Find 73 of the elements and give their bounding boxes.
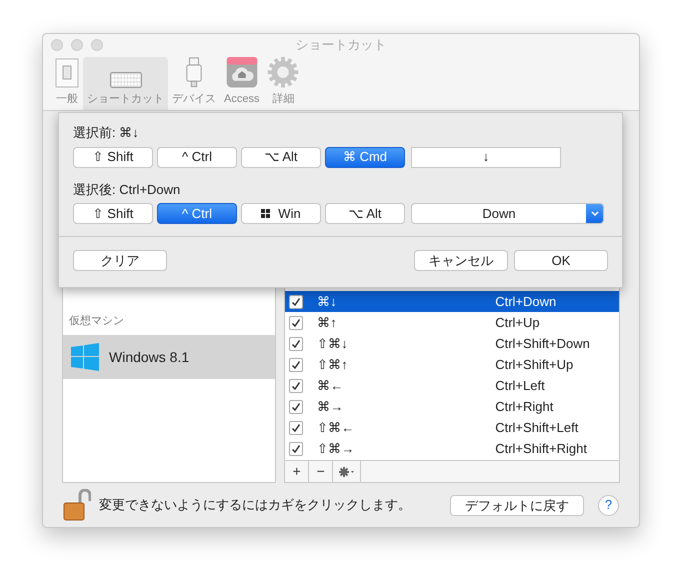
dropdown-chevron-icon: [586, 204, 603, 223]
shortcut-row[interactable]: ⇧⌘← Ctrl+Shift+Left: [285, 417, 619, 438]
keyboard-icon: [110, 72, 142, 88]
sheet-button[interactable]: クリア: [73, 250, 167, 271]
sheet-button[interactable]: OK: [514, 250, 608, 271]
after-label: 選択後: Ctrl+Down: [73, 180, 182, 198]
windows-shortcut: Ctrl+Shift+Up: [495, 356, 574, 374]
windows-logo-icon: [261, 209, 270, 218]
osx-shortcut: ⇧⌘↑: [317, 356, 349, 374]
window-title: ショートカット: [296, 36, 386, 54]
list-footer-button[interactable]: +: [285, 461, 310, 482]
checkmark-icon: [291, 318, 302, 328]
checkbox[interactable]: [289, 400, 304, 414]
windows-shortcut: Ctrl+Shift+Down: [495, 334, 590, 353]
osx-shortcut: ⇧⌘→: [317, 440, 356, 458]
checkbox[interactable]: [289, 442, 304, 456]
shortcut-row[interactable]: ⌘↓ Ctrl+Down: [285, 291, 619, 312]
checkmark-icon: [291, 296, 302, 306]
osx-shortcut: ⇧⌘↓: [317, 334, 349, 353]
osx-shortcut: ⌘←: [317, 376, 344, 395]
sidebar-heading: 仮想マシン: [68, 314, 125, 329]
shortcut-row[interactable]: ⌘→ Ctrl+Right: [285, 396, 619, 417]
modifier-toggle[interactable]: ⌥ Alt: [325, 203, 405, 224]
osx-shortcut: ⌘↓: [317, 292, 338, 311]
checkmark-icon: [291, 422, 302, 432]
checkbox[interactable]: [289, 358, 304, 372]
windows-shortcut: Ctrl+Shift+Right: [495, 440, 587, 458]
open-padlock-icon: [63, 489, 91, 521]
gear-menu-icon: [338, 466, 355, 476]
windows-shortcut: Ctrl+Right: [495, 398, 554, 416]
modifier-toggle[interactable]: ⇧ Shift: [73, 203, 153, 224]
modifier-toggle[interactable]: ⌘ Cmd: [325, 146, 405, 168]
checkmark-icon: [291, 402, 302, 412]
before-label: 選択前: ⌘↓: [73, 124, 140, 142]
osx-shortcut: ⌘↑: [317, 314, 338, 332]
modifier-toggle[interactable]: Win: [241, 203, 321, 224]
shortcut-row[interactable]: ⌘↑ Ctrl+Up: [285, 312, 619, 333]
shortcut-row[interactable]: ⇧⌘↑ Ctrl+Shift+Up: [285, 354, 619, 375]
checkbox[interactable]: [289, 336, 304, 350]
modifier-toggle[interactable]: ^ Ctrl: [157, 146, 237, 168]
sheet-button[interactable]: キャンセル: [414, 250, 508, 271]
modifier-toggle[interactable]: ⇧ Shift: [73, 146, 153, 168]
windows-logo-icon: [71, 343, 99, 371]
checkmark-icon: [291, 380, 302, 390]
restore-defaults-button[interactable]: デフォルトに戻す: [450, 494, 584, 516]
osx-shortcut: ⌘→: [317, 398, 344, 416]
sidebar-item[interactable]: Windows 8.1: [63, 335, 276, 379]
switch-icon: [55, 58, 79, 88]
help-button[interactable]: ?: [598, 494, 619, 516]
lock-message: 変更できないようにするにはカギをクリックします。: [99, 496, 412, 514]
checkbox[interactable]: [289, 294, 304, 308]
checkbox[interactable]: [289, 316, 304, 330]
checkmark-icon: [291, 360, 302, 370]
modifier-toggle[interactable]: ^ Ctrl: [157, 203, 237, 224]
windows-shortcut: Ctrl+Shift+Left: [495, 418, 578, 437]
list-footer-button[interactable]: −: [309, 461, 334, 482]
key-field[interactable]: ↓: [411, 146, 561, 168]
checkbox[interactable]: [289, 378, 304, 392]
windows-shortcut: Ctrl+Left: [495, 376, 545, 395]
windows-shortcut: Ctrl+Down: [495, 292, 556, 311]
shortcut-row[interactable]: ⇧⌘→ Ctrl+Shift+Right: [285, 438, 619, 459]
modifier-toggle[interactable]: ⌥ Alt: [241, 146, 321, 168]
checkmark-icon: [291, 338, 302, 348]
osx-shortcut: ⇧⌘←: [317, 418, 356, 437]
usb-plug-icon: [185, 57, 203, 88]
shortcut-row[interactable]: ⇧⌘↓ Ctrl+Shift+Down: [285, 333, 619, 354]
cloud-house-icon: [226, 57, 258, 88]
windows-shortcut: Ctrl+Up: [495, 314, 540, 332]
gear-icon: [267, 57, 300, 88]
key-dropdown[interactable]: Down: [411, 203, 604, 224]
checkbox[interactable]: [289, 420, 304, 434]
shortcut-row[interactable]: ⌘← Ctrl+Left: [285, 375, 619, 396]
checkmark-icon: [291, 444, 302, 454]
